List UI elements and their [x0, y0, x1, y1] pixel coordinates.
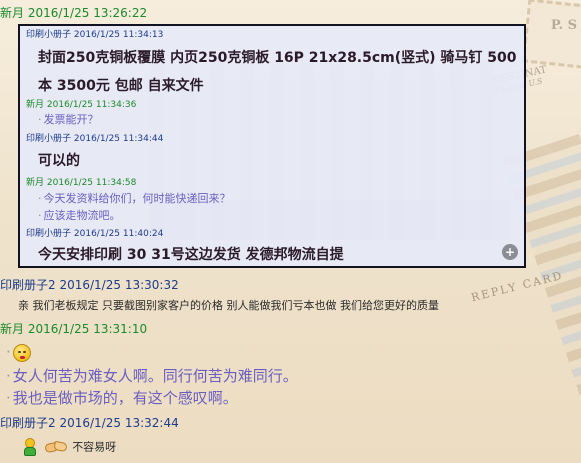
zoom-in-icon[interactable]: +: [502, 244, 518, 260]
message-text: · 女人何苦为难女人啊。同行何苦为难同行。: [6, 367, 298, 385]
message-text: 亲 我们老板规定 只要截图别家客户的价格 别人能做我们亏本也做 我们给您更好的质…: [18, 299, 439, 312]
handshake-icon: [44, 439, 68, 455]
quote-message: 封面250克铜板覆膜 内页250克铜板 16P 21x28.5cm(竖式) 骑马…: [38, 50, 517, 94]
sender-name: 新月: [0, 6, 25, 20]
quote-header: 印刷小册子 2016/1/25 11:34:44: [26, 134, 164, 144]
timestamp: 2016/1/25 13:30:32: [59, 278, 179, 292]
quote-message: · 今天发资料给你们，何时能快递回来？: [38, 192, 231, 205]
quote-message: · 应该走物流吧。: [38, 209, 121, 222]
quoted-chat-image[interactable]: 印刷小册子 2016/1/25 11:34:13 封面250克铜板覆膜 内页25…: [18, 24, 526, 268]
bullet-dot: ·: [38, 113, 42, 126]
quote-message: 今天安排印刷 30 31号这边发货 发德邦物流自提: [38, 247, 344, 263]
grimace-face-icon: [12, 344, 31, 362]
message-text: 不容易呀: [22, 436, 116, 456]
timestamp: 2016/1/25 13:32:44: [59, 416, 179, 430]
sender-name: 印刷册子2: [0, 278, 56, 292]
message-header: 新月 2016/1/25 13:31:10: [0, 322, 147, 336]
chat-history[interactable]: 新月 2016/1/25 13:26:22 印刷小册子 2016/1/25 11…: [0, 0, 581, 463]
quote-message: 可以的: [38, 153, 80, 169]
quote-header: 印刷小册子 2016/1/25 11:40:24: [26, 229, 164, 239]
quote-message: · 发票能开？: [38, 113, 99, 126]
sender-name: 新月: [0, 322, 25, 336]
message-header: 印刷册子2 2016/1/25 13:32:44: [0, 416, 179, 430]
sender-name: 印刷册子2: [0, 416, 56, 430]
quote-header: 新月 2016/1/25 11:34:36: [26, 100, 137, 110]
emoji-line: ·: [6, 342, 31, 362]
message-header: 新月 2016/1/25 13:26:22: [0, 6, 147, 20]
person-icon: [22, 437, 38, 456]
timestamp: 2016/1/25 13:31:10: [27, 322, 148, 336]
quote-header: 印刷小册子 2016/1/25 11:34:13: [26, 30, 164, 40]
message-text: · 我也是做市场的，有这个感叹啊。: [6, 389, 238, 407]
timestamp: 2016/1/25 13:26:22: [27, 6, 148, 20]
quote-header: 新月 2016/1/25 11:34:58: [26, 178, 137, 188]
message-header: 印刷册子2 2016/1/25 13:30:32: [0, 278, 179, 292]
